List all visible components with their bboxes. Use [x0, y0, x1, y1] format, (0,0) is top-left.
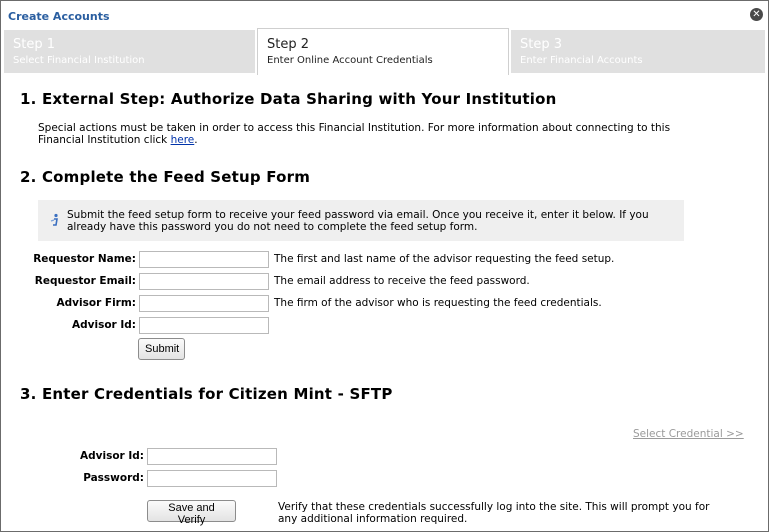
section2-heading: 2. Complete the Feed Setup Form — [20, 168, 311, 186]
section3-heading: 3. Enter Credentials for Citizen Mint - … — [20, 385, 393, 403]
dialog-title: Create Accounts — [8, 10, 110, 23]
section1-body: Special actions must be taken in order t… — [38, 122, 671, 146]
feed-info-text: Submit the feed setup form to receive yo… — [67, 209, 649, 233]
dialog-titlebar: Create Accounts ✕ — [1, 1, 768, 27]
cred-advisor-id-input[interactable] — [147, 448, 277, 465]
select-credential-link[interactable]: Select Credential >> — [633, 428, 744, 440]
advisor-id-input[interactable] — [139, 317, 269, 334]
feed-info-box: Submit the feed setup form to receive yo… — [38, 200, 684, 241]
tab-step-1-subtitle: Select Financial Institution — [13, 55, 145, 66]
advisor-id-label: Advisor Id: — [71, 319, 136, 331]
create-accounts-dialog: Create Accounts ✕ Step 1 Select Financia… — [0, 0, 769, 532]
requestor-name-input[interactable] — [139, 251, 269, 268]
requestor-email-desc: The email address to receive the feed pa… — [274, 275, 530, 287]
tab-step-2-subtitle: Enter Online Account Credentials — [267, 55, 433, 66]
tab-step-3-subtitle: Enter Financial Accounts — [520, 55, 643, 66]
close-icon[interactable]: ✕ — [750, 8, 763, 21]
section1-period: . — [194, 134, 198, 146]
password-label: Password: — [83, 472, 144, 484]
tab-step-1-title: Step 1 — [13, 37, 56, 52]
here-link[interactable]: here — [171, 134, 195, 146]
password-input[interactable] — [147, 470, 277, 487]
advisor-firm-label: Advisor Firm: — [56, 297, 136, 309]
tab-step-3-title: Step 3 — [520, 37, 563, 52]
requestor-email-label: Requestor Email: — [34, 275, 136, 287]
cred-advisor-id-label: Advisor Id: — [79, 450, 144, 462]
tab-step-3[interactable]: Step 3 Enter Financial Accounts — [511, 30, 765, 73]
verify-text: Verify that these credentials successful… — [278, 501, 710, 525]
section1-text: Special actions must be taken in order t… — [38, 122, 718, 146]
info-icon — [50, 213, 58, 226]
tab-step-2-title: Step 2 — [267, 37, 310, 52]
tab-step-1[interactable]: Step 1 Select Financial Institution — [4, 30, 255, 73]
step-tabs: Step 1 Select Financial Institution Step… — [4, 28, 765, 75]
advisor-firm-desc: The firm of the advisor who is requestin… — [274, 297, 602, 309]
requestor-name-label: Requestor Name: — [33, 253, 136, 265]
tab-step-2[interactable]: Step 2 Enter Online Account Credentials — [257, 28, 509, 75]
advisor-firm-input[interactable] — [139, 295, 269, 312]
requestor-email-input[interactable] — [139, 273, 269, 290]
requestor-name-desc: The first and last name of the advisor r… — [274, 253, 615, 265]
save-and-verify-button[interactable]: Save and Verify — [147, 500, 236, 526]
section1-heading: 1. External Step: Authorize Data Sharing… — [20, 90, 557, 108]
submit-button[interactable]: Submit — [138, 338, 185, 360]
